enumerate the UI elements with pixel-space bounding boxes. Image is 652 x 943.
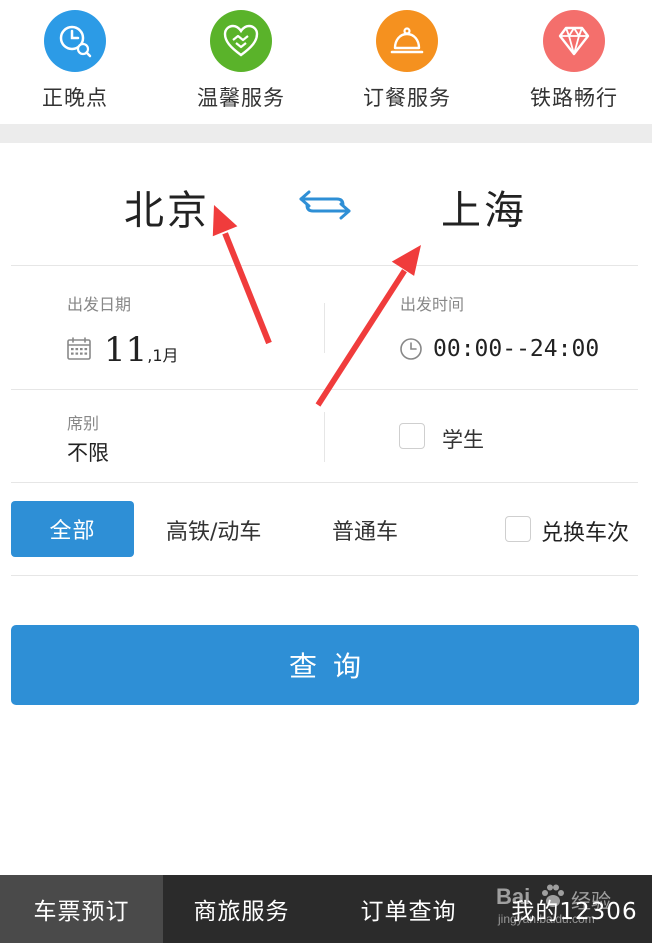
- quick-label-care: 温馨服务: [197, 86, 285, 110]
- student-checkbox[interactable]: [399, 423, 425, 449]
- nav-my-12306[interactable]: 我的12306: [493, 875, 652, 943]
- exchange-train-label: 兑换车次: [541, 521, 630, 546]
- nav-business-travel[interactable]: 商旅服务: [160, 875, 323, 943]
- tab-all[interactable]: 全部: [11, 501, 134, 557]
- handshake-heart-icon: [210, 10, 272, 72]
- exchange-train-checkbox[interactable]: [505, 516, 531, 542]
- departure-time-label: 出发时间: [400, 295, 465, 314]
- clock-icon: [399, 337, 423, 365]
- departure-month: ,1月: [147, 346, 179, 365]
- departure-date-field[interactable]: 11,1月: [104, 330, 179, 370]
- nav-ticket-booking[interactable]: 车票预订: [0, 875, 163, 943]
- divider-line-vertical: [324, 412, 325, 462]
- calendar-icon: [66, 336, 92, 366]
- section-divider: [0, 124, 652, 143]
- quick-label-rail-pass: 铁路畅行: [530, 86, 618, 110]
- to-city[interactable]: 上海: [441, 178, 527, 236]
- nav-order-query[interactable]: 订单查询: [327, 875, 490, 943]
- departure-day: 11: [104, 330, 148, 370]
- departure-date-label: 出发日期: [67, 295, 132, 314]
- divider-line: [11, 575, 638, 576]
- divider-line: [11, 389, 638, 390]
- tab-high-speed[interactable]: 高铁/动车: [166, 514, 261, 546]
- quick-label-meal: 订餐服务: [363, 86, 451, 110]
- quick-item-delay-query[interactable]: 正晚点: [5, 6, 145, 116]
- bottom-nav: 车票预订 商旅服务 订单查询 我的12306: [0, 875, 652, 943]
- quick-item-rail-pass[interactable]: 铁路畅行: [504, 6, 644, 116]
- quick-services-row: 正晚点 温馨服务 订餐服务 铁路畅行: [0, 0, 652, 124]
- quick-item-care-service[interactable]: 温馨服务: [171, 6, 311, 116]
- quick-label-delay: 正晚点: [42, 86, 108, 110]
- departure-time-value[interactable]: 00:00--24:00: [433, 336, 599, 362]
- query-button[interactable]: 查询: [11, 625, 639, 705]
- divider-line: [11, 482, 638, 483]
- seat-class-label: 席别: [67, 414, 100, 433]
- divider-line: [11, 265, 638, 266]
- from-city[interactable]: 北京: [124, 178, 210, 236]
- diamond-icon: [543, 10, 605, 72]
- quick-item-meal-service[interactable]: 订餐服务: [337, 6, 477, 116]
- seat-class-value[interactable]: 不限: [67, 437, 109, 467]
- divider-line-vertical: [324, 303, 325, 353]
- tab-regular[interactable]: 普通车: [332, 514, 398, 546]
- cloche-icon: [376, 10, 438, 72]
- swap-arrows-icon[interactable]: [297, 188, 353, 222]
- clock-search-icon: [44, 10, 106, 72]
- student-label: 学生: [442, 428, 484, 452]
